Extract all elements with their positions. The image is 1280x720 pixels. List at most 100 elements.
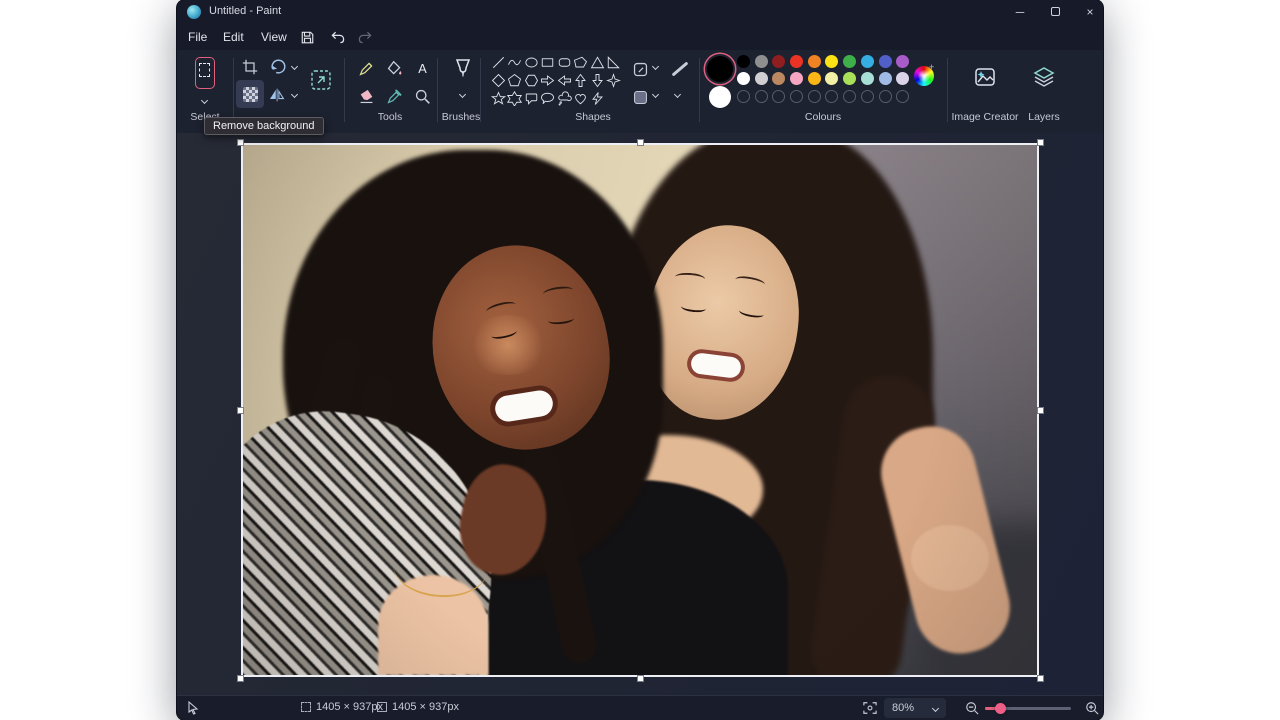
palette-swatch[interactable]	[754, 55, 768, 68]
rotate-icon[interactable]	[267, 56, 289, 78]
shape-oval-icon[interactable]	[523, 53, 540, 71]
shape-right-triangle-icon[interactable]	[606, 53, 623, 71]
shape-pentagon-icon[interactable]	[507, 71, 524, 89]
shape-arrow-left-icon[interactable]	[556, 71, 573, 89]
canvas-selection[interactable]	[236, 138, 1044, 682]
chevron-down-icon[interactable]	[651, 62, 660, 71]
layers-icon[interactable]	[1031, 64, 1057, 90]
shape-cloud-callout-icon[interactable]	[556, 89, 573, 107]
selection-handle[interactable]	[236, 674, 244, 682]
chevron-down-icon[interactable]	[290, 90, 299, 99]
close-button[interactable]: ×	[1073, 0, 1103, 23]
image-creator-icon[interactable]	[972, 64, 998, 90]
text-tool-icon[interactable]: A	[411, 57, 433, 79]
color2-swatch[interactable]	[709, 86, 731, 108]
selection-handle[interactable]	[1036, 138, 1044, 146]
palette-swatch[interactable]	[790, 72, 804, 86]
shape-lightning-icon[interactable]	[589, 89, 606, 107]
zoom-slider[interactable]	[985, 703, 1071, 714]
zoom-in-button[interactable]	[1085, 701, 1099, 715]
shape-hexagon-icon[interactable]	[523, 71, 540, 89]
line-size-icon[interactable]	[669, 58, 691, 80]
color1-swatch[interactable]	[707, 56, 733, 82]
shape-arrow-down-icon[interactable]	[589, 71, 606, 89]
chevron-down-icon[interactable]	[290, 62, 299, 71]
palette-swatch[interactable]	[772, 55, 786, 68]
save-icon[interactable]	[297, 27, 317, 47]
shape-diamond-icon[interactable]	[490, 71, 507, 89]
palette-empty-slot[interactable]	[772, 89, 786, 103]
shape-six-point-star-icon[interactable]	[507, 89, 524, 107]
pencil-tool-icon[interactable]	[355, 57, 377, 79]
flip-icon[interactable]	[267, 84, 289, 106]
palette-swatch[interactable]	[754, 72, 768, 86]
chevron-down-icon[interactable]	[673, 90, 682, 99]
undo-icon[interactable]	[328, 27, 348, 47]
magnifier-tool-icon[interactable]	[411, 85, 433, 107]
palette-empty-slot[interactable]	[825, 89, 839, 103]
palette-swatch[interactable]	[790, 55, 804, 68]
brush-icon[interactable]	[452, 58, 474, 80]
palette-swatch[interactable]	[807, 72, 821, 86]
maximize-button[interactable]	[1038, 0, 1072, 23]
menu-view[interactable]: View	[257, 28, 291, 46]
color-picker-tool-icon[interactable]	[383, 85, 405, 107]
selection-handle[interactable]	[636, 138, 644, 146]
fit-to-screen-icon[interactable]	[863, 701, 877, 715]
shape-outline-icon[interactable]	[629, 58, 651, 80]
selection-handle[interactable]	[236, 406, 244, 414]
selection-handle[interactable]	[236, 138, 244, 146]
redo-icon[interactable]	[355, 27, 375, 47]
palette-swatch[interactable]	[878, 55, 892, 68]
canvas-workspace[interactable]	[177, 133, 1103, 695]
palette-empty-slot[interactable]	[754, 89, 768, 103]
palette-empty-slot[interactable]	[807, 89, 821, 103]
palette-empty-slot[interactable]	[843, 89, 857, 103]
menu-edit[interactable]: Edit	[219, 28, 248, 46]
shape-line-icon[interactable]	[490, 53, 507, 71]
palette-empty-slot[interactable]	[896, 89, 910, 103]
palette-swatch[interactable]	[737, 55, 750, 68]
shape-curve-icon[interactable]	[507, 53, 524, 71]
palette-swatch[interactable]	[807, 55, 821, 68]
palette-swatch[interactable]	[878, 72, 892, 86]
palette-swatch[interactable]	[860, 72, 874, 86]
fill-tool-icon[interactable]	[383, 57, 405, 79]
palette-swatch[interactable]	[843, 72, 857, 86]
shape-fill-icon[interactable]	[629, 86, 651, 108]
palette-swatch[interactable]	[737, 72, 750, 86]
palette-empty-slot[interactable]	[790, 89, 804, 103]
palette-swatch[interactable]	[772, 72, 786, 86]
shape-triangle-icon[interactable]	[589, 53, 606, 71]
menu-file[interactable]: File	[184, 28, 211, 46]
palette-empty-slot[interactable]	[878, 89, 892, 103]
palette-swatch[interactable]	[896, 55, 910, 68]
selection-handle[interactable]	[636, 674, 644, 682]
palette-swatch[interactable]	[860, 55, 874, 68]
shape-rectangle-icon[interactable]	[540, 53, 557, 71]
minimize-button[interactable]: ─	[1003, 0, 1037, 23]
selection-handle[interactable]	[1036, 406, 1044, 414]
zoom-out-button[interactable]	[965, 701, 979, 715]
title-bar[interactable]: Untitled - Paint ─ ×	[177, 0, 1103, 24]
select-tool-button[interactable]	[185, 54, 225, 106]
zoom-level-dropdown[interactable]: 80%	[884, 698, 946, 718]
canvas-photo[interactable]	[241, 143, 1039, 677]
chevron-down-icon[interactable]	[458, 90, 467, 99]
remove-background-button[interactable]	[236, 80, 264, 108]
shape-polygon-icon[interactable]	[573, 53, 590, 71]
shape-speech-bubble-icon[interactable]	[523, 89, 540, 107]
shape-heart-icon[interactable]	[573, 89, 590, 107]
shape-arrow-up-icon[interactable]	[573, 71, 590, 89]
shape-five-point-star-icon[interactable]	[490, 89, 507, 107]
eraser-tool-icon[interactable]	[355, 85, 377, 107]
palette-swatch[interactable]	[896, 72, 910, 86]
resize-icon[interactable]	[310, 69, 332, 91]
zoom-slider-handle[interactable]	[995, 703, 1006, 714]
selection-handle[interactable]	[1036, 674, 1044, 682]
crop-icon[interactable]	[239, 56, 261, 78]
palette-empty-slot[interactable]	[860, 89, 874, 103]
shape-arrow-right-icon[interactable]	[540, 71, 557, 89]
shape-oval-callout-icon[interactable]	[540, 89, 557, 107]
palette-swatch[interactable]	[825, 55, 839, 68]
